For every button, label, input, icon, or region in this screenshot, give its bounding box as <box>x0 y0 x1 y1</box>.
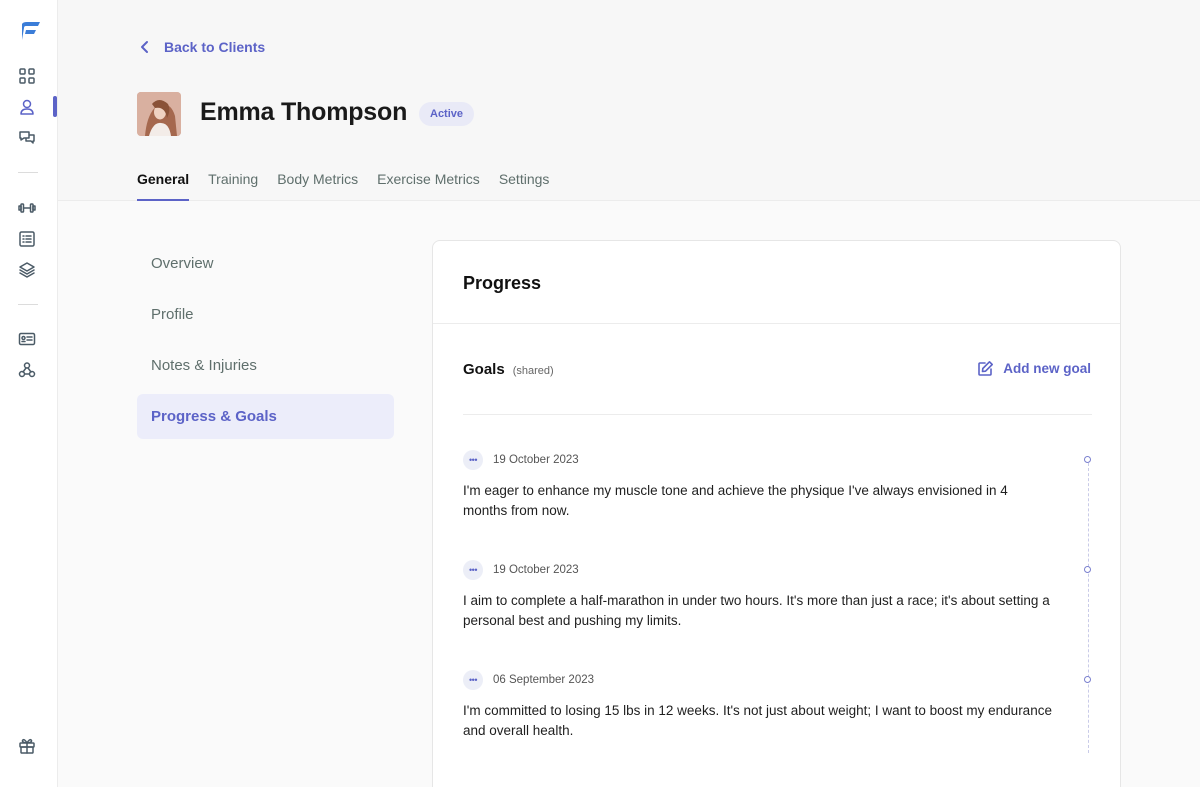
webhook-icon[interactable] <box>17 360 37 380</box>
card-title: Progress <box>463 273 542 293</box>
chevron-left-icon <box>141 41 148 53</box>
avatar <box>137 92 181 136</box>
add-goal-label: Add new goal <box>1003 361 1091 376</box>
timeline-dot <box>1084 566 1091 573</box>
add-new-goal-button[interactable]: Add new goal <box>977 360 1091 377</box>
tabs: General Training Body Metrics Exercise M… <box>137 168 549 201</box>
messages-icon[interactable] <box>17 128 37 148</box>
subnav-item-notes-injuries[interactable]: Notes & Injuries <box>137 343 394 388</box>
dumbbell-icon[interactable] <box>17 198 37 218</box>
id-card-icon[interactable] <box>17 329 37 349</box>
more-options-icon[interactable]: ••• <box>463 670 483 690</box>
more-options-icon[interactable]: ••• <box>463 450 483 470</box>
goals-title: Goals <box>463 361 505 378</box>
goals-subtitle: (shared) <box>512 365 554 377</box>
tab-settings[interactable]: Settings <box>499 168 550 201</box>
goals-divider <box>463 414 1092 415</box>
sidebar-divider <box>18 172 38 173</box>
client-name: Emma Thompson <box>200 98 408 126</box>
goal-date: 06 September 2023 <box>493 674 595 686</box>
back-to-clients-link[interactable]: Back to Clients <box>138 39 265 55</box>
client-header: Back to Clients Emma Thompson Active Gen… <box>58 0 1200 201</box>
tab-exercise-metrics[interactable]: Exercise Metrics <box>377 168 480 201</box>
timeline-dot <box>1084 456 1091 463</box>
goal-text: I aim to complete a half-marathon in und… <box>463 593 1050 628</box>
timeline-dot <box>1084 676 1091 683</box>
tab-training[interactable]: Training <box>208 168 258 201</box>
sidebar <box>0 0 58 787</box>
dashboard-icon[interactable] <box>17 66 37 86</box>
goal-date: 19 October 2023 <box>493 564 579 576</box>
tab-general[interactable]: General <box>137 168 190 201</box>
back-link-label: Back to Clients <box>164 39 266 55</box>
goal-text: I'm committed to losing 15 lbs in 12 wee… <box>463 703 1052 738</box>
goal-item: ••• 19 October 2023 I'm eager to enhance… <box>463 450 1092 521</box>
sidebar-divider <box>18 304 38 305</box>
active-nav-marker <box>53 96 57 117</box>
status-badge: Active <box>419 102 475 126</box>
goal-item: ••• 06 September 2023 I'm committed to l… <box>463 670 1092 741</box>
subnav-item-progress-goals[interactable]: Progress & Goals <box>137 394 394 439</box>
avatar-photo <box>137 92 181 136</box>
gift-icon[interactable] <box>17 736 37 756</box>
general-subnav: Overview Profile Notes & Injuries Progre… <box>137 241 394 445</box>
app-logo[interactable] <box>19 20 41 42</box>
goal-date: 19 October 2023 <box>493 454 579 466</box>
list-icon[interactable] <box>17 229 37 249</box>
subnav-item-overview[interactable]: Overview <box>137 241 394 286</box>
progress-card: Progress Goals (shared) Add new goal •••… <box>432 240 1121 787</box>
layers-icon[interactable] <box>17 260 37 280</box>
edit-icon <box>978 361 994 376</box>
card-divider <box>433 323 1120 324</box>
tab-body-metrics[interactable]: Body Metrics <box>277 168 358 201</box>
goal-item: ••• 19 October 2023 I aim to complete a … <box>463 560 1092 631</box>
more-options-icon[interactable]: ••• <box>463 560 483 580</box>
goal-text: I'm eager to enhance my muscle tone and … <box>463 483 1008 518</box>
clients-icon[interactable] <box>17 97 37 117</box>
goals-heading: Goals (shared) <box>463 361 554 378</box>
subnav-item-profile[interactable]: Profile <box>137 292 394 337</box>
